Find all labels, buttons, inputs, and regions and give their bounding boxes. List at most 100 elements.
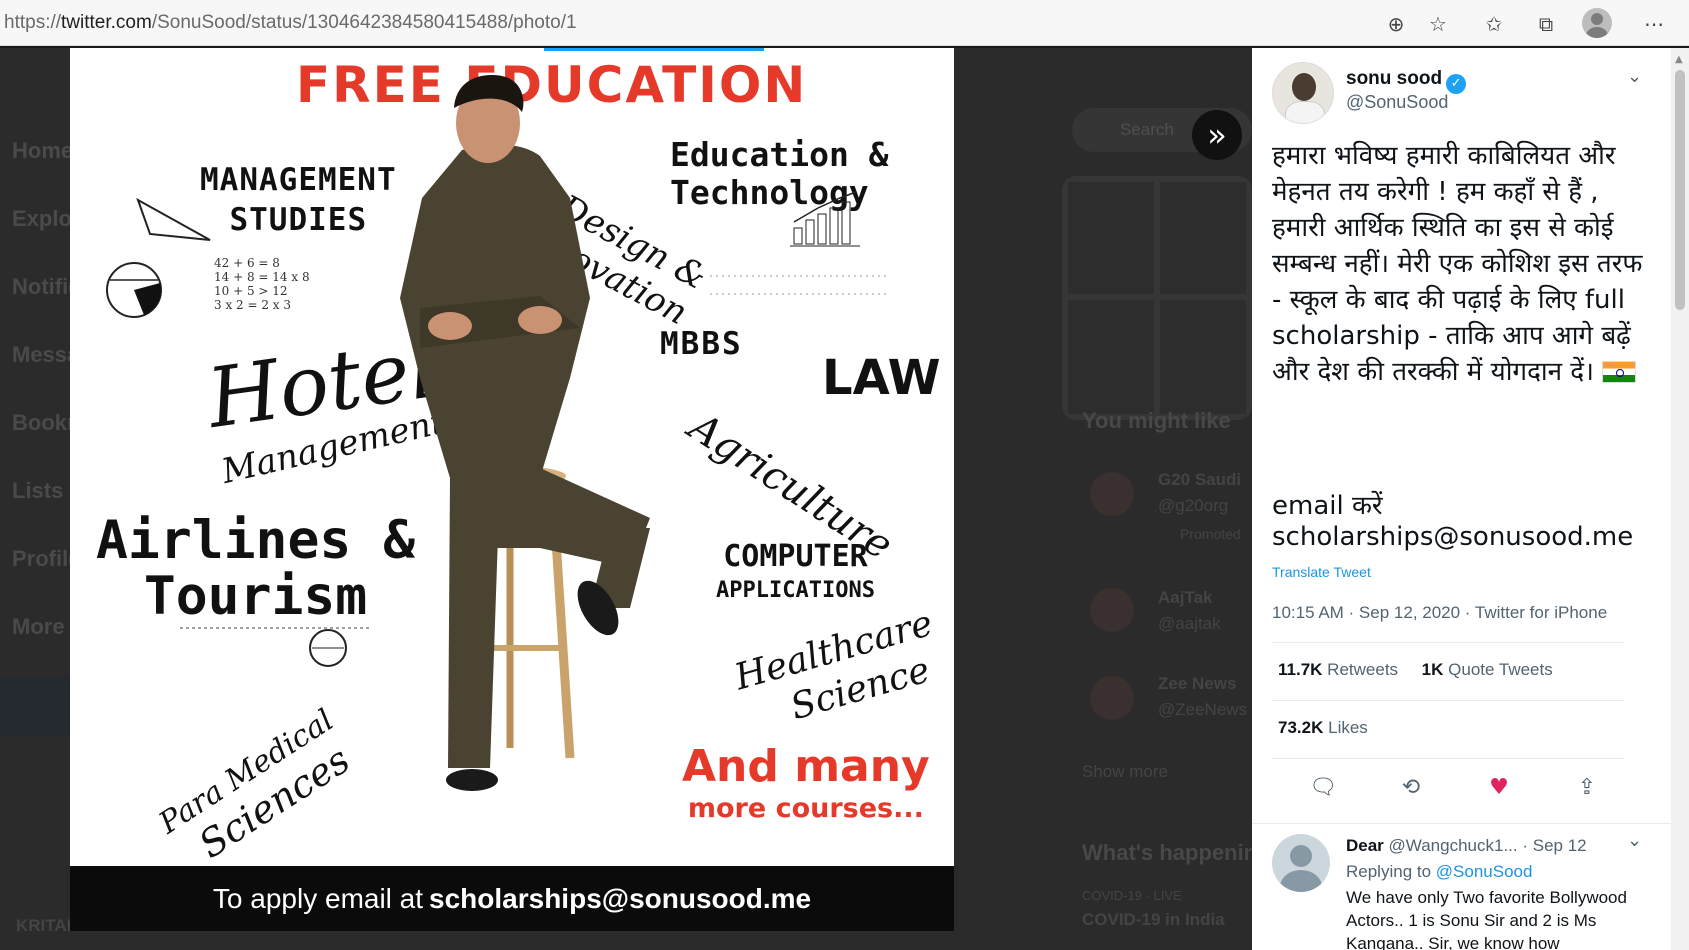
bg-media-thumbs bbox=[1062, 176, 1252, 420]
nav-lists: Lists bbox=[12, 478, 64, 503]
bg-avatar-aajtak bbox=[1090, 588, 1134, 632]
poster-footer: To apply email at scholarships@sonusood.… bbox=[70, 866, 954, 931]
translate-tweet-link[interactable]: Translate Tweet bbox=[1272, 564, 1371, 580]
url-field[interactable]: https://twitter.com/SonuSood/status/1304… bbox=[4, 12, 577, 34]
divider bbox=[1272, 758, 1624, 759]
chevron-down-icon[interactable]: ⌄ bbox=[1627, 830, 1642, 851]
retweets-count: 11.7K bbox=[1278, 660, 1323, 679]
reply-author-handle[interactable]: @Wangchuck1... bbox=[1389, 836, 1518, 855]
star-icon[interactable]: ☆ bbox=[1424, 10, 1452, 38]
bg-you-might-like: You might like bbox=[1082, 408, 1231, 433]
profile-icon[interactable] bbox=[1582, 8, 1612, 38]
url-host: twitter.com bbox=[61, 12, 152, 33]
poster-footer-prefix: To apply email at bbox=[212, 882, 424, 914]
math-line: 14 + 8 = 14 x 8 bbox=[214, 270, 310, 284]
replying-to: Replying to @SonuSood bbox=[1346, 862, 1532, 882]
retweets-label: Retweets bbox=[1327, 660, 1399, 679]
poster-airlines-line2: Tourism bbox=[143, 566, 368, 627]
like-heart-icon[interactable]: ♥ bbox=[1484, 772, 1514, 802]
poster-many-line2: more courses... bbox=[687, 793, 924, 824]
bg-suggestion-name: Zee News bbox=[1158, 674, 1237, 693]
likes-label: Likes bbox=[1328, 718, 1368, 737]
poster-edtech-line1: Education & bbox=[670, 135, 889, 174]
reply-author-name[interactable]: Dear bbox=[1346, 836, 1384, 855]
reply-icon[interactable]: 🗨 bbox=[1308, 772, 1338, 802]
poster-airlines: Airlines & Tourism bbox=[96, 513, 415, 625]
poster-edtech: Education & Technology bbox=[670, 136, 889, 212]
author-handle[interactable]: @SonuSood bbox=[1346, 92, 1448, 113]
nav-more: More bbox=[12, 614, 65, 639]
bg-search-placeholder: Search bbox=[1120, 120, 1174, 139]
author-name-text: sonu sood bbox=[1346, 68, 1443, 89]
math-line: 3 x 2 = 2 x 3 bbox=[214, 298, 292, 312]
math-line: 42 + 6 = 8 bbox=[214, 256, 280, 270]
scroll-up-arrow-icon[interactable]: ▲ bbox=[1675, 54, 1683, 65]
bg-avatar-g20 bbox=[1090, 472, 1134, 516]
poster-title: FREE EDUCATION bbox=[296, 56, 808, 114]
bg-avatar-zee bbox=[1090, 676, 1134, 720]
tweet-email-line: email करें bbox=[1272, 491, 1383, 521]
tweet-body-text: हमारा भविष्य हमारी काबिलियत और मेहनत तय … bbox=[1272, 141, 1643, 387]
likes-stat[interactable]: 73.2K Likes bbox=[1278, 718, 1368, 738]
more-icon[interactable]: ⋯ bbox=[1640, 10, 1668, 38]
add-icon[interactable]: ⊕ bbox=[1382, 10, 1410, 38]
poster-many: And many more courses... bbox=[682, 741, 930, 830]
tweet-photo: FREE EDUCATION MANAGEMENT STUDIES Educat… bbox=[70, 48, 954, 931]
quotes-stat[interactable]: 1K Quote Tweets bbox=[1422, 660, 1553, 679]
bg-trend-title: COVID-19 in India bbox=[1082, 910, 1225, 929]
tweet-button-bg bbox=[0, 676, 70, 736]
poster-math-left: 42 + 6 = 8 14 + 8 = 14 x 8 10 + 5 > 12 3… bbox=[214, 256, 310, 312]
likes-count: 73.2K bbox=[1278, 718, 1324, 737]
math-line: 10 + 5 > 12 bbox=[214, 284, 288, 298]
tweet-email: scholarships@sonusood.me bbox=[1272, 522, 1634, 552]
retweet-quote-stats: 11.7K Retweets 1K Quote Tweets bbox=[1278, 660, 1553, 680]
scrollbar-thumb[interactable] bbox=[1675, 70, 1685, 310]
poster-computer-line2: APPLICATIONS bbox=[716, 578, 875, 603]
replying-to-handle[interactable]: @SonuSood bbox=[1436, 862, 1533, 881]
poster-computer: COMPUTER APPLICATIONS bbox=[716, 540, 875, 608]
poster-management-line2: STUDIES bbox=[229, 202, 368, 238]
poster-law: LAW bbox=[822, 350, 941, 406]
reply-text: We have only Two favorite Bollywood Acto… bbox=[1346, 888, 1627, 950]
bg-suggestion-name: AajTak bbox=[1158, 588, 1213, 607]
divider bbox=[1252, 823, 1671, 824]
poster-airlines-line1: Airlines & bbox=[96, 510, 416, 571]
tweet-text: हमारा भविष्य हमारी काबिलियत और मेहनत तय … bbox=[1272, 138, 1652, 390]
replying-prefix: Replying to bbox=[1346, 862, 1432, 881]
nav-home: Home bbox=[12, 138, 74, 163]
quotes-count: 1K bbox=[1421, 660, 1444, 679]
poster-paramedical: Para Medical Sciences bbox=[152, 701, 363, 877]
favorites-icon[interactable]: ✩ bbox=[1480, 10, 1508, 38]
reply-avatar[interactable] bbox=[1272, 834, 1330, 892]
bg-suggestion-name: G20 Saudi bbox=[1158, 470, 1242, 489]
divider bbox=[1272, 642, 1624, 643]
retweet-icon[interactable]: ⟲ bbox=[1396, 772, 1426, 802]
bg-suggestion-handle: @ZeeNews bbox=[1158, 700, 1248, 719]
bg-suggestion-handle: @aajtak bbox=[1158, 614, 1221, 633]
expand-icon[interactable]: » bbox=[1192, 110, 1242, 160]
bg-promoted: Promoted bbox=[1180, 526, 1241, 542]
share-icon[interactable]: ⇪ bbox=[1572, 772, 1602, 802]
poster-many-line1: And many bbox=[682, 741, 930, 792]
chevron-down-icon[interactable]: ⌄ bbox=[1627, 66, 1642, 87]
tweet-detail-panel: sonu sood ✓ @SonuSood ⌄ हमारा भविष्य हमार… bbox=[1252, 48, 1671, 950]
poster-footer-email: scholarships@sonusood.me bbox=[429, 882, 812, 914]
tweet-meta[interactable]: 10:15 AM · Sep 12, 2020 · Twitter for iP… bbox=[1272, 603, 1607, 623]
photo-progress-bar bbox=[544, 48, 764, 51]
poster-management-line1: MANAGEMENT bbox=[200, 162, 397, 198]
poster-healthcare: Healthcare Science bbox=[730, 602, 950, 743]
poster-edtech-line2: Technology bbox=[670, 173, 869, 212]
url-path: /SonuSood/status/1304642384580415488/pho… bbox=[151, 12, 577, 33]
collections-icon[interactable]: ⧉ bbox=[1532, 10, 1560, 38]
author-avatar[interactable] bbox=[1272, 62, 1334, 124]
scrollbar[interactable]: ▲ bbox=[1671, 48, 1689, 950]
reply-header: Dear @Wangchuck1... · Sep 12 bbox=[1346, 836, 1587, 856]
reply-time[interactable]: · Sep 12 bbox=[1522, 836, 1586, 855]
quotes-label: Quote Tweets bbox=[1448, 660, 1553, 679]
url-scheme: https:// bbox=[4, 12, 62, 33]
browser-address-bar: https://twitter.com/SonuSood/status/1304… bbox=[0, 0, 1689, 46]
retweets-stat[interactable]: 11.7K Retweets bbox=[1278, 660, 1398, 679]
india-flag-icon bbox=[1602, 361, 1637, 383]
author-name[interactable]: sonu sood ✓ bbox=[1346, 68, 1467, 94]
bg-show-more: Show more bbox=[1082, 762, 1168, 781]
